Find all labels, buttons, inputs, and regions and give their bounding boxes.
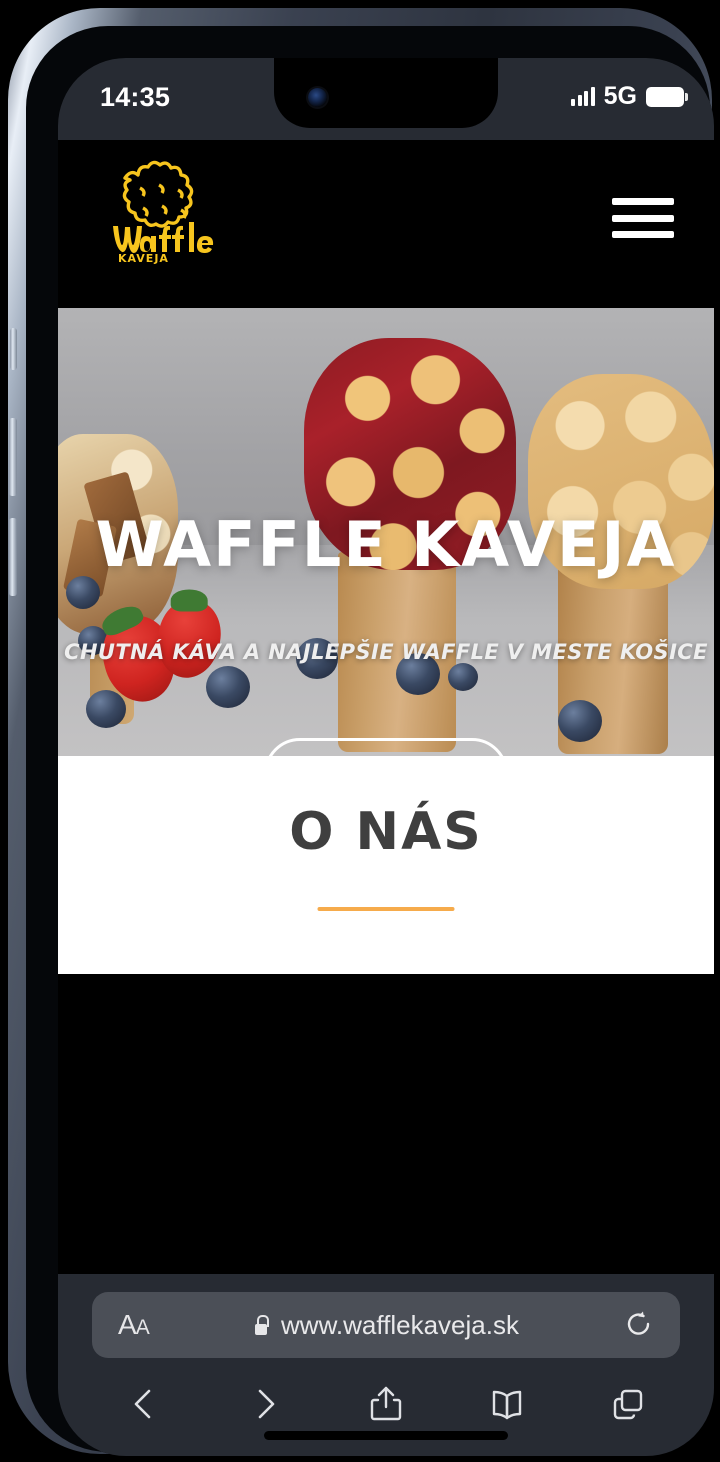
network-type-label: 5G <box>603 82 637 110</box>
phone-screen: 14:35 5G KAVEJA WAFFLE KAVEJA CHUTNÁ KÁV… <box>58 58 714 1456</box>
signal-bars-icon <box>571 87 595 106</box>
waffle-logo-icon[interactable]: KAVEJA <box>107 152 217 264</box>
volume-up-button[interactable] <box>9 418 17 496</box>
battery-icon <box>646 86 688 107</box>
about-title: O NÁS <box>289 802 483 862</box>
address-bar[interactable]: AA www.wafflekaveja.sk <box>92 1292 680 1358</box>
section-divider <box>317 907 455 911</box>
reload-icon[interactable] <box>624 1310 654 1340</box>
home-indicator[interactable] <box>264 1431 508 1440</box>
notch <box>274 58 498 128</box>
browser-chrome: AA www.wafflekaveja.sk <box>58 1274 714 1456</box>
volume-down-button[interactable] <box>9 518 17 596</box>
site-header: KAVEJA <box>58 140 714 308</box>
url-text: www.wafflekaveja.sk <box>281 1309 519 1340</box>
phone-frame: 14:35 5G KAVEJA WAFFLE KAVEJA CHUTNÁ KÁV… <box>8 8 714 1456</box>
mute-switch[interactable] <box>10 328 17 370</box>
browser-toolbar <box>58 1374 714 1434</box>
see-more-button[interactable]: VIDIEŤ VIAC <box>264 738 508 756</box>
hamburger-menu-icon[interactable] <box>612 194 674 242</box>
front-camera-icon <box>308 88 327 107</box>
about-section: O NÁS <box>58 756 714 974</box>
address-bar-content: www.wafflekaveja.sk <box>92 1310 680 1341</box>
bookmarks-button[interactable] <box>486 1383 528 1425</box>
hero-title: WAFFLE KAVEJA <box>95 508 677 581</box>
status-bar-indicators: 5G <box>571 82 688 110</box>
hero-subtitle: CHUTNÁ KÁVA A NAJLEPŠIE WAFFLE V MESTE K… <box>64 640 708 664</box>
share-button[interactable] <box>365 1383 407 1425</box>
status-bar-time: 14:35 <box>100 82 171 112</box>
svg-text:KAVEJA: KAVEJA <box>118 252 169 264</box>
hero-section: WAFFLE KAVEJA CHUTNÁ KÁVA A NAJLEPŠIE WA… <box>58 308 714 756</box>
tabs-button[interactable] <box>607 1383 649 1425</box>
lock-icon <box>253 1315 270 1335</box>
back-button[interactable] <box>123 1383 165 1425</box>
forward-button[interactable] <box>244 1383 286 1425</box>
phone-bezel: 14:35 5G KAVEJA WAFFLE KAVEJA CHUTNÁ KÁV… <box>26 26 714 1456</box>
